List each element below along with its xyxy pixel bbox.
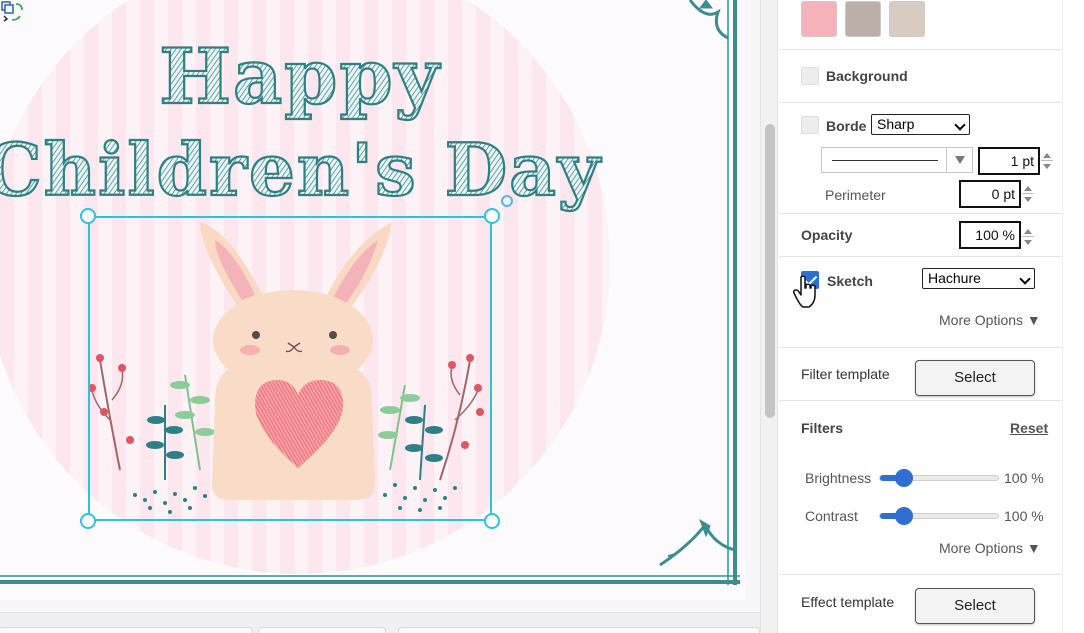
page-tab[interactable]	[258, 627, 386, 633]
opacity-label: Opacity	[801, 227, 853, 243]
color-swatch[interactable]	[889, 1, 925, 37]
brightness-slider-knob[interactable]	[895, 469, 913, 487]
perimeter-label: Perimeter	[825, 187, 886, 203]
border-style-value: Sharp	[877, 116, 915, 132]
filter-template-label: Filter template	[801, 366, 890, 382]
contrast-value: 100 %	[1004, 508, 1044, 524]
background-checkbox[interactable]	[801, 67, 819, 85]
page-tabs-strip	[0, 612, 760, 633]
line-style-select[interactable]	[821, 147, 973, 173]
border-width-spinner[interactable]	[1041, 147, 1053, 175]
border-width-input[interactable]: 1 pt	[978, 147, 1040, 175]
effect-template-label: Effect template	[801, 594, 895, 610]
sketch-style-value: Hachure	[928, 270, 981, 286]
svg-text:Happy: Happy	[159, 32, 441, 121]
filter-template-select-button[interactable]: Select	[915, 360, 1035, 396]
brightness-value: 100 %	[1004, 470, 1044, 486]
scrollbar-thumb[interactable]	[765, 124, 775, 418]
page-tab[interactable]	[398, 627, 760, 633]
filters-reset-link[interactable]: Reset	[1010, 420, 1048, 436]
resize-handle-bottom-left[interactable]	[80, 513, 96, 529]
properties-panel: Background Borde Sharp 1 pt Perimeter 0 …	[779, 0, 1062, 633]
artboard[interactable]: Happy Happy Children's Day Children's Da…	[0, 0, 745, 600]
canvas-area[interactable]: Happy Happy Children's Day Children's Da…	[0, 0, 760, 633]
border-style-select[interactable]: Sharp	[871, 114, 970, 135]
contrast-slider[interactable]	[879, 507, 999, 525]
perimeter-spinner[interactable]	[1022, 180, 1034, 208]
rotate-handle[interactable]	[501, 195, 513, 207]
resize-handle-bottom-right[interactable]	[484, 513, 500, 529]
canvas-vertical-scrollbar[interactable]	[760, 0, 778, 633]
resize-handle-top-left[interactable]	[80, 208, 96, 224]
background-label: Background	[826, 68, 908, 84]
opacity-input[interactable]: 100 %	[959, 221, 1021, 249]
filters-more-options-link[interactable]: More Options ▼	[939, 540, 1041, 556]
sketch-style-select[interactable]: Hachure	[922, 268, 1035, 289]
brightness-label: Brightness	[805, 470, 872, 486]
perimeter-input[interactable]: 0 pt	[959, 180, 1021, 208]
opacity-spinner[interactable]	[1022, 223, 1034, 251]
panel-edge	[1062, 0, 1084, 633]
hand-cursor-icon	[793, 275, 816, 308]
card-artwork: Happy Happy Children's Day Children's Da…	[0, 0, 740, 585]
color-swatch[interactable]	[801, 1, 837, 37]
contrast-slider-knob[interactable]	[895, 507, 913, 525]
dropdown-arrow-icon	[946, 148, 972, 172]
link-objects-icon[interactable]	[0, 0, 26, 22]
filters-label: Filters	[801, 420, 844, 436]
brightness-slider[interactable]	[879, 469, 999, 487]
resize-handle-top-right[interactable]	[484, 208, 500, 224]
border-label: Borde	[826, 118, 867, 134]
sketch-label: Sketch	[827, 273, 873, 289]
effect-template-select-button[interactable]: Select	[915, 588, 1035, 624]
contrast-label: Contrast	[805, 508, 858, 524]
page-tab[interactable]	[0, 627, 253, 633]
color-swatch[interactable]	[845, 1, 881, 37]
sketch-more-options-link[interactable]: More Options ▼	[939, 312, 1041, 328]
border-checkbox[interactable]	[801, 116, 819, 134]
